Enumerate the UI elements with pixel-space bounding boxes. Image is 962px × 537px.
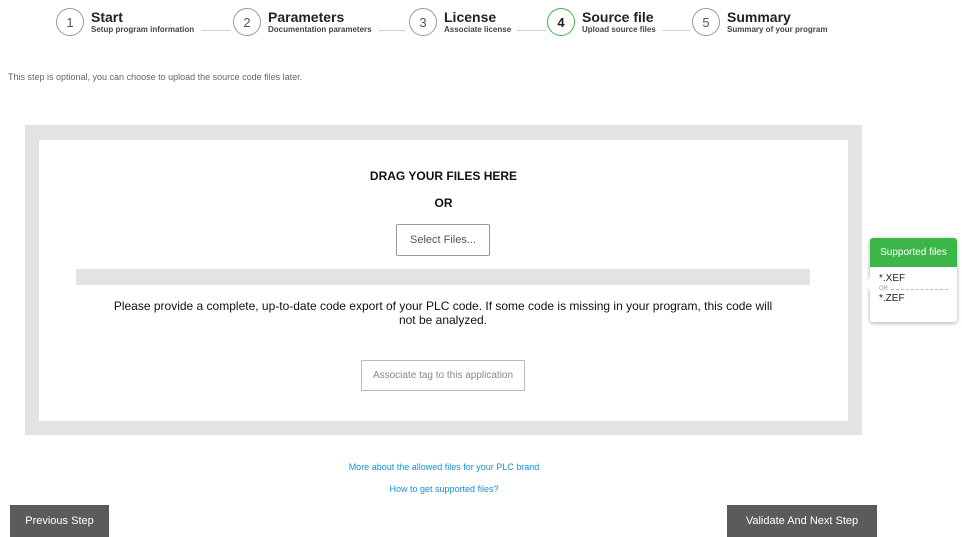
step-connector — [517, 30, 546, 31]
supported-files-popover: Supported files *.XEF OR *.ZEF — [864, 238, 957, 322]
allowed-files-link[interactable]: More about the allowed files for your PL… — [0, 462, 888, 472]
step-subtitle: Summary of your program — [727, 25, 828, 34]
supported-extension: *.XEF — [879, 273, 906, 284]
validate-next-button[interactable]: Validate And Next Step — [727, 505, 877, 537]
how-to-link[interactable]: How to get supported files? — [0, 484, 888, 494]
or-label: OR — [434, 196, 453, 210]
step-summary[interactable]: 5 Summary Summary of your program — [692, 8, 827, 36]
export-note: Please provide a complete, up-to-date co… — [113, 299, 773, 327]
drag-title: DRAG YOUR FILES HERE — [369, 169, 518, 183]
select-files-button[interactable]: Select Files... — [396, 224, 490, 256]
step-number: 1 — [56, 8, 84, 36]
step-title: License — [444, 9, 497, 25]
separator-label: OR — [879, 286, 888, 292]
supported-extension: *.ZEF — [879, 293, 905, 304]
step-title: Summary — [727, 9, 791, 25]
step-subtitle: Setup program information — [91, 25, 195, 34]
upload-progress-bar — [76, 269, 810, 285]
supported-files-header: Supported files — [870, 238, 957, 267]
step-title: Start — [91, 9, 123, 25]
step-title: Source file — [582, 9, 654, 25]
step-license[interactable]: 3 License Associate license — [409, 8, 511, 36]
previous-step-button[interactable]: Previous Step — [10, 505, 109, 537]
extension-separator: OR — [879, 285, 948, 293]
step-parameters[interactable]: 2 Parameters Documentation parameters — [233, 8, 372, 36]
step-connector — [201, 30, 231, 31]
step-subtitle: Upload source files — [582, 25, 656, 34]
step-start[interactable]: 1 Start Setup program information — [56, 8, 194, 36]
popover-arrow — [864, 278, 870, 290]
associate-tag-button[interactable]: Associate tag to this application — [361, 360, 525, 391]
step-connector — [662, 30, 690, 31]
step-number: 4 — [547, 8, 575, 36]
step-number: 2 — [233, 8, 261, 36]
step-subtitle: Documentation parameters — [268, 25, 372, 34]
step-connector — [379, 30, 405, 31]
separator-line — [891, 288, 948, 290]
step-number: 5 — [692, 8, 720, 36]
wizard-stepper: 1 Start Setup program information 2 Para… — [0, 0, 962, 44]
optional-step-hint: This step is optional, you can choose to… — [8, 72, 303, 82]
step-title: Parameters — [268, 9, 345, 25]
step-source-file[interactable]: 4 Source file Upload source files — [547, 8, 656, 36]
step-subtitle: Associate license — [444, 25, 512, 34]
upload-panel: DRAG YOUR FILES HERE OR Select Files... … — [25, 125, 862, 435]
step-number: 3 — [409, 8, 437, 36]
drop-zone[interactable]: DRAG YOUR FILES HERE OR Select Files... … — [39, 140, 848, 421]
